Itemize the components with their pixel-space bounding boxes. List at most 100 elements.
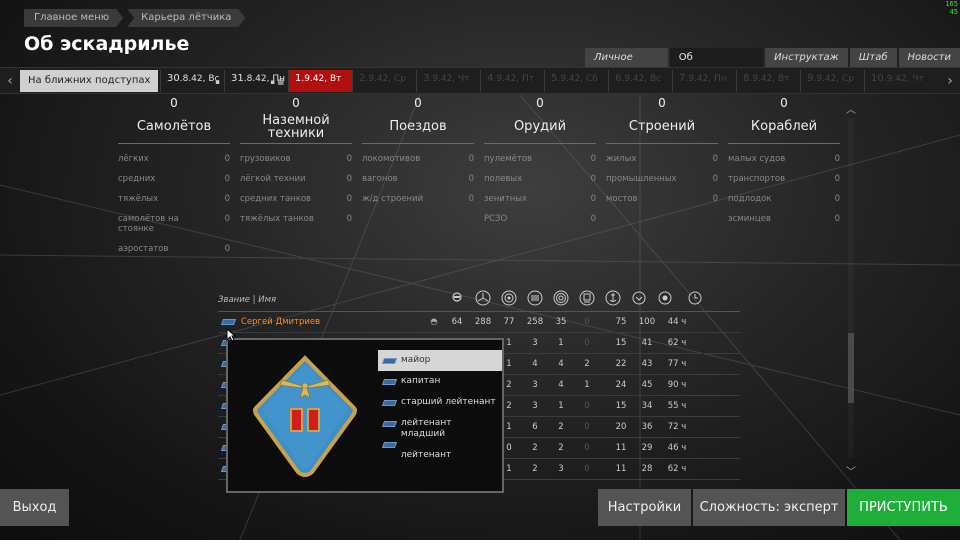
exit-button[interactable]: Выход <box>0 489 69 526</box>
table-cell: 0 <box>584 317 590 327</box>
pilot-name-cell[interactable]: Сергей Дмитриев <box>218 317 424 327</box>
stat-row-label: малых судов <box>728 154 786 164</box>
campaign-timeline: ‹ На ближних подступах 30.8.42, Вс ▪ 31.8.… <box>0 67 960 94</box>
table-cell: 75 <box>615 317 627 327</box>
flight-time-icon[interactable] <box>678 291 712 308</box>
timeline-day-number: 30 <box>167 73 180 84</box>
stat-row: подлодок 0 <box>728 194 840 204</box>
timeline-day[interactable]: 5.9.42, Сб <box>544 70 608 92</box>
tab-about-squadron[interactable]: Об эскадрилье <box>669 48 764 82</box>
stat-row-value: 0 <box>712 174 718 184</box>
stat-row-value: 0 <box>224 174 230 184</box>
stat-row-value: 0 <box>224 244 230 254</box>
timeline-day[interactable]: 9.9.42, Ср <box>800 70 864 92</box>
timeline-day[interactable]: 10.9.42, Чт <box>864 70 928 92</box>
timeline-day[interactable]: 1.9.42, Вт <box>288 70 352 92</box>
stage-right-arrow-icon[interactable]: › <box>940 68 960 95</box>
stat-row-label: подлодок <box>728 194 772 204</box>
table-cell: 36 <box>641 422 653 432</box>
table-cell: 1 <box>584 380 590 390</box>
timeline-day[interactable]: 7.9.42, Пн <box>672 70 736 92</box>
ground-kills-icon[interactable] <box>522 290 548 309</box>
table-cell: 4 <box>558 359 564 369</box>
stat-row-label: полевых <box>484 174 523 184</box>
difficulty-button[interactable]: Сложность: эксперт <box>693 489 845 526</box>
timeline-day[interactable]: 3.9.42, Чт <box>416 70 480 92</box>
stat-row-label: лёгкой технии <box>240 174 306 184</box>
tab-hq[interactable]: Штаб <box>849 48 897 67</box>
timeline-day[interactable]: 30.8.42, Вс ▪ <box>160 70 224 92</box>
timeline-day-date: .9.42, Ср <box>813 74 854 84</box>
current-stage-label[interactable]: На ближних подступах <box>20 70 158 92</box>
stat-row-value: 0 <box>468 194 474 204</box>
scroll-down-icon[interactable]: ﹀ <box>846 463 856 478</box>
fps-value: 165 <box>945 0 958 8</box>
timeline-day[interactable]: 6.9.42, Вс <box>608 70 672 92</box>
table-row[interactable]: Сергей Дмитриев ◓ 64 288 77 258 35 0 75 100 44 ч <box>218 312 740 333</box>
stat-row: локомотивов 0 <box>362 154 474 164</box>
stat-row: вагонов 0 <box>362 174 474 184</box>
rank-option-label: младший лейтенант <box>400 428 452 460</box>
scrollbar-track[interactable] <box>848 118 854 458</box>
stat-row-value: 0 <box>346 154 352 164</box>
flight-time-cell: 90 ч <box>667 380 687 390</box>
stat-row-value: 0 <box>346 174 352 184</box>
timeline-day-number: 31 <box>231 73 244 84</box>
breadcrumb-main-menu[interactable]: Главное меню <box>24 9 123 27</box>
table-cell: 2 <box>532 464 538 474</box>
stat-row-value: 0 <box>590 214 596 224</box>
stat-row-label: вагонов <box>362 174 398 184</box>
table-cell: 11 <box>615 443 627 453</box>
timeline-day-date: .9.42, Сб <box>557 74 598 84</box>
table-cell: 28 <box>641 464 653 474</box>
timeline-day[interactable]: 31.8.42, Пн ▪ ▦ <box>224 70 288 92</box>
stat-row: пулемётов 0 <box>484 154 596 164</box>
train-kills-icon[interactable] <box>574 290 600 309</box>
timeline-day[interactable]: 8.9.42, Вт <box>736 70 800 92</box>
tab-personal-file[interactable]: Личное дело <box>585 48 668 82</box>
stat-row: грузовиков 0 <box>240 154 352 164</box>
stat-title: Строений <box>606 110 718 144</box>
rank-insignia-icon <box>381 441 397 448</box>
start-button[interactable]: ПРИСТУПИТЬ <box>847 489 960 526</box>
ship-kills-icon[interactable] <box>600 290 626 309</box>
stat-row: РСЗО 0 <box>484 214 596 224</box>
timeline-day[interactable]: 2.9.42, Ср <box>352 70 416 92</box>
table-cell: 288 <box>474 317 492 327</box>
sorties-icon[interactable] <box>626 291 652 308</box>
pilot-icon[interactable] <box>444 292 470 307</box>
table-cell: 0 <box>584 338 590 348</box>
rank-option[interactable]: младший лейтенант <box>378 429 502 460</box>
tab-news[interactable]: Новости <box>898 48 960 67</box>
stat-column: 0 Самолётов лёгких 0 средних 0 тяжёлых 0 самолёт… <box>118 97 230 254</box>
table-cell: 1 <box>558 338 564 348</box>
stat-row-label: пулемётов <box>484 154 533 164</box>
table-cell: 43 <box>641 359 653 369</box>
rank-emblem-icon <box>253 355 357 477</box>
rank-option[interactable]: старший лейтенант <box>378 392 502 413</box>
scroll-up-icon[interactable]: ︿ <box>846 101 856 116</box>
breadcrumb-pilot-career[interactable]: Карьера лётчика <box>127 9 245 27</box>
rank-option[interactable]: майор <box>378 350 502 371</box>
stat-row: самолётов на стоянке 0 <box>118 214 230 234</box>
successful-sorties-icon[interactable] <box>652 291 678 308</box>
stage-left-arrow-icon[interactable]: ‹ <box>0 68 20 95</box>
fps-counter: 165 45 <box>945 0 958 16</box>
table-cell: 0 <box>584 401 590 411</box>
timeline-day[interactable]: 4.9.42, Пт <box>480 70 544 92</box>
aircraft-kills-icon[interactable] <box>470 290 496 309</box>
timeline-day-date: .9.42, Чт <box>883 74 924 84</box>
stat-row-label: ж/д строений <box>362 194 424 204</box>
rank-option[interactable]: капитан <box>378 371 502 392</box>
settings-button[interactable]: Настройки <box>598 489 691 526</box>
tab-briefing[interactable]: Инструктаж <box>765 48 848 67</box>
flight-time-cell: 62 ч <box>667 464 687 474</box>
scrollbar-thumb[interactable] <box>848 333 854 403</box>
rank-insignia-icon <box>381 399 398 406</box>
stat-row-label: тяжёлых <box>118 194 159 204</box>
ground-assists-icon[interactable] <box>548 290 574 309</box>
aircraft-assists-icon[interactable] <box>496 290 522 309</box>
roster-header-label: Звание | Имя <box>218 294 277 305</box>
stat-row-value: 0 <box>834 194 840 204</box>
stat-row: лёгкой технии 0 <box>240 174 352 184</box>
